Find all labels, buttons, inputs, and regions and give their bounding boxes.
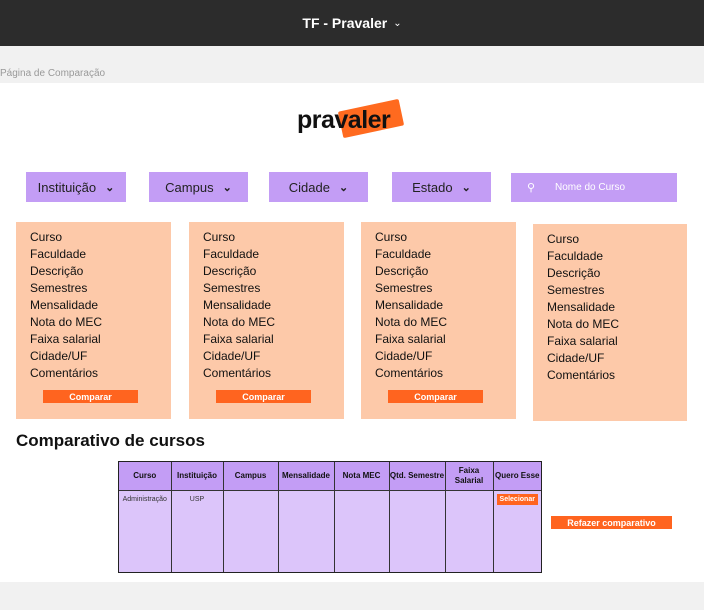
field-nota-mec: Nota do MEC xyxy=(547,317,620,331)
col-header-curso: Curso xyxy=(119,462,171,491)
table-header-row: Curso Instituição Campus Mensalidade Not… xyxy=(119,462,541,491)
field-faculdade: Faculdade xyxy=(203,247,260,261)
field-faculdade: Faculdade xyxy=(375,247,432,261)
chevron-down-icon: ⌄ xyxy=(222,181,232,194)
field-faixa-salarial: Faixa salarial xyxy=(30,332,101,346)
col-header-mensalidade: Mensalidade xyxy=(277,462,334,491)
field-semestres: Semestres xyxy=(30,281,88,295)
field-cidade-uf: Cidade/UF xyxy=(547,351,605,365)
cell-instituicao: USP xyxy=(170,490,223,572)
field-cidade-uf: Cidade/UF xyxy=(203,349,261,363)
field-cidade-uf: Cidade/UF xyxy=(30,349,88,363)
redo-comparison-button[interactable]: Refazer comparativo xyxy=(551,516,672,529)
select-button[interactable]: Selecionar xyxy=(496,494,538,505)
field-comentarios: Comentários xyxy=(547,368,616,382)
field-faixa-salarial: Faixa salarial xyxy=(547,334,618,348)
field-curso: Curso xyxy=(203,230,236,244)
field-mensalidade: Mensalidade xyxy=(375,298,444,312)
chevron-down-icon: ⌄ xyxy=(461,181,471,194)
cell-qtd-semestre xyxy=(388,490,445,572)
chevron-down-icon: ⌄ xyxy=(105,181,115,194)
field-descricao: Descrição xyxy=(30,264,84,278)
course-card-2: Curso Faculdade Descrição Semestres Mens… xyxy=(189,222,344,419)
filter-label: Instituição xyxy=(37,179,97,195)
cell-curso: Administração xyxy=(122,496,167,503)
course-card-3: Curso Faculdade Descrição Semestres Mens… xyxy=(361,222,516,419)
card-field-list: Curso Faculdade Descrição Semestres Mens… xyxy=(203,229,275,382)
field-faculdade: Faculdade xyxy=(30,247,87,261)
cell-quero-esse: Selecionar xyxy=(492,490,541,572)
course-card-4: Curso Faculdade Descrição Semestres Mens… xyxy=(533,224,687,421)
col-header-campus: Campus xyxy=(222,462,278,491)
chevron-down-icon: ⌄ xyxy=(338,181,349,194)
top-bar: TF - Pravaler ⌄ xyxy=(0,0,704,46)
field-semestres: Semestres xyxy=(203,281,261,295)
cell-campus xyxy=(222,490,278,572)
field-semestres: Semestres xyxy=(375,281,433,295)
field-curso: Curso xyxy=(30,230,63,244)
filter-campus[interactable]: Campus ⌄ xyxy=(149,172,248,202)
filter-estado[interactable]: Estado ⌄ xyxy=(392,172,491,202)
field-descricao: Descrição xyxy=(375,264,429,278)
field-comentarios: Comentários xyxy=(203,366,272,380)
col-header-faixa-salarial: Faixa Salarial xyxy=(444,462,493,491)
frame-label: Página de Comparação xyxy=(0,68,106,79)
field-mensalidade: Mensalidade xyxy=(547,300,616,314)
field-curso: Curso xyxy=(547,232,580,246)
field-descricao: Descrição xyxy=(203,264,257,278)
field-faixa-salarial: Faixa salarial xyxy=(375,332,446,346)
compare-button[interactable]: Comparar xyxy=(43,390,138,403)
col-header-nota-mec: Nota MEC xyxy=(333,462,389,491)
pravaler-logo: pravaler xyxy=(296,98,408,141)
comparison-title: Comparativo de cursos xyxy=(16,431,205,450)
field-semestres: Semestres xyxy=(547,283,605,297)
table-row: Administração USP Selecionar xyxy=(119,490,541,572)
filter-label: Campus xyxy=(165,179,214,195)
card-field-list: Curso Faculdade Descrição Semestres Mens… xyxy=(30,229,102,382)
field-cidade-uf: Cidade/UF xyxy=(375,349,433,363)
cell-nota-mec xyxy=(333,490,389,572)
col-header-quero-esse: Quero Esse xyxy=(492,462,541,491)
comparison-table: Curso Instituição Campus Mensalidade Not… xyxy=(118,461,542,573)
app-title[interactable]: TF - Pravaler xyxy=(302,15,387,31)
chevron-down-icon[interactable]: ⌄ xyxy=(393,18,401,29)
filter-cidade[interactable]: Cidade ⌄ xyxy=(269,172,368,202)
field-comentarios: Comentários xyxy=(375,366,444,380)
field-curso: Curso xyxy=(375,230,408,244)
compare-button[interactable]: Comparar xyxy=(216,390,311,403)
col-header-instituicao: Instituição xyxy=(170,462,223,491)
field-faixa-salarial: Faixa salarial xyxy=(203,332,274,346)
search-icon: ⚲ xyxy=(527,182,536,194)
field-nota-mec: Nota do MEC xyxy=(375,315,448,329)
card-field-list: Curso Faculdade Descrição Semestres Mens… xyxy=(375,229,447,382)
filter-instituicao[interactable]: Instituição ⌄ xyxy=(26,172,126,202)
field-nota-mec: Nota do MEC xyxy=(30,315,103,329)
course-card-1: Curso Faculdade Descrição Semestres Mens… xyxy=(16,222,171,419)
search-placeholder: Nome do Curso xyxy=(555,182,626,193)
logo-wordmark: pravaler xyxy=(297,106,391,134)
filter-label: Estado xyxy=(412,179,453,195)
cell-faixa-salarial xyxy=(444,490,493,572)
field-comentarios: Comentários xyxy=(30,366,99,380)
col-header-qtd-semestre: Qtd. Semestre xyxy=(388,462,445,491)
field-mensalidade: Mensalidade xyxy=(203,298,272,312)
filter-label: Cidade xyxy=(288,179,330,195)
card-field-list: Curso Faculdade Descrição Semestres Mens… xyxy=(547,231,619,384)
search-input[interactable]: ⚲ Nome do Curso xyxy=(511,173,677,202)
field-mensalidade: Mensalidade xyxy=(30,298,99,312)
compare-button[interactable]: Comparar xyxy=(388,390,483,403)
field-descricao: Descrição xyxy=(547,266,601,280)
field-faculdade: Faculdade xyxy=(547,249,604,263)
cell-mensalidade xyxy=(277,490,334,572)
field-nota-mec: Nota do MEC xyxy=(203,315,276,329)
